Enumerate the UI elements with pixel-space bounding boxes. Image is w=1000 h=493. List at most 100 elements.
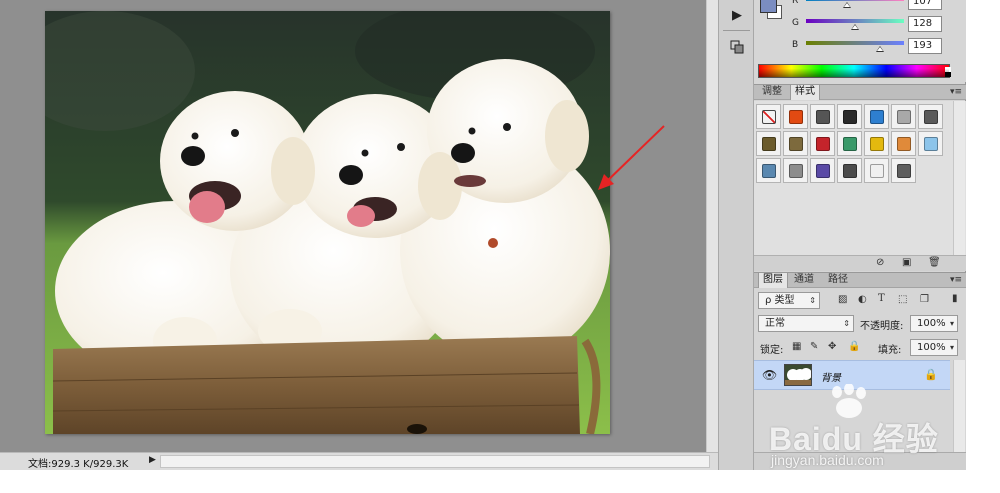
style-swatch[interactable] [783, 158, 808, 183]
status-menu-arrow[interactable]: ▶ [149, 455, 156, 465]
style-swatch[interactable] [783, 104, 808, 129]
style-swatch[interactable] [864, 104, 889, 129]
chevron-updown-icon: ⇕ [843, 319, 850, 328]
style-swatch[interactable] [864, 131, 889, 156]
type-filter-icon[interactable]: T [878, 293, 885, 304]
layer-name[interactable]: 背景 [821, 369, 841, 384]
new-style-icon[interactable]: ▣ [902, 257, 911, 268]
clear-style-icon[interactable]: ⊘ [876, 257, 884, 268]
styles-panel-tabs: 调整 样式 ▾≡ [754, 84, 966, 100]
smart-object-filter-icon[interactable]: ❐ [920, 294, 929, 305]
channel-b-thumb[interactable] [876, 46, 885, 52]
channel-r-thumb[interactable] [843, 2, 852, 8]
multicolor-style-icon [842, 136, 857, 151]
black-white-swatch[interactable] [945, 67, 951, 77]
bevel-dark-style-icon [842, 109, 857, 124]
chevron-down-icon: ▾ [949, 319, 954, 328]
style-swatch[interactable] [891, 104, 916, 129]
fill-label: 填充: [878, 345, 902, 356]
styles-panel-menu-icon[interactable]: ▾≡ [950, 85, 962, 99]
style-swatch[interactable] [810, 104, 835, 129]
lock-image-icon[interactable]: ✎ [810, 341, 818, 352]
channel-r-value[interactable]: 107 [908, 0, 942, 10]
play-icon[interactable]: ▶ [725, 4, 749, 26]
landscape-style-icon [761, 163, 776, 178]
color-panel: R 107 G 128 B 193 [754, 0, 966, 82]
style-swatch[interactable] [918, 131, 943, 156]
photoshop-window: 文档:929.3 K/929.3K ▶ ▶ R 107 G 128 B 193 … [0, 0, 1000, 493]
chevron-down-icon: ▾ [949, 343, 954, 352]
lock-position-icon[interactable]: ✥ [828, 341, 836, 352]
red-style-icon [815, 136, 830, 151]
styles-scrollbar[interactable] [953, 101, 965, 255]
layers-panel-menu-icon[interactable]: ▾≡ [950, 273, 962, 287]
charcoal-style-icon [842, 163, 857, 178]
status-bar: 文档:929.3 K/929.3K ▶ [0, 452, 718, 470]
outline-style-icon [869, 163, 884, 178]
filter-toggle-icon[interactable]: ▮ [952, 293, 958, 304]
channel-b-value[interactable]: 193 [908, 38, 942, 54]
orange-gradient-style-icon [896, 136, 911, 151]
lock-transparency-icon[interactable]: ▦ [792, 341, 801, 352]
puppies-photo [45, 11, 610, 434]
layer-filter-label: ρ 类型 [765, 295, 795, 306]
document-canvas[interactable] [0, 0, 706, 452]
tab-paths[interactable]: 路径 [824, 273, 852, 288]
color-spectrum-ramp[interactable] [758, 64, 951, 78]
style-swatch[interactable] [756, 131, 781, 156]
blend-row: 正常 ⇕ 不透明度: 100% ▾ [754, 313, 966, 335]
channel-r-slider[interactable] [806, 0, 904, 1]
channel-b-slider[interactable] [806, 41, 904, 45]
style-swatch[interactable] [756, 158, 781, 183]
adjustment-filter-icon[interactable]: ◐ [858, 294, 867, 305]
document-size-info: 文档:929.3 K/929.3K [28, 459, 129, 470]
channel-b-label: B [792, 40, 799, 50]
none-style-icon [761, 109, 776, 124]
layer-filter-select[interactable]: ρ 类型 ⇕ [758, 292, 820, 309]
trash-icon[interactable]: 🗑 [928, 257, 941, 268]
channel-g-thumb[interactable] [851, 24, 859, 30]
glow-style-icon [788, 109, 803, 124]
style-swatch[interactable] [837, 104, 862, 129]
gutter-divider [723, 30, 750, 31]
foreground-color-swatch[interactable] [760, 0, 777, 13]
channel-g-value[interactable]: 128 [908, 16, 942, 32]
shape-filter-icon[interactable]: ⬚ [898, 294, 907, 305]
opacity-value: 100% [917, 318, 946, 329]
layers-panel-footer [754, 452, 966, 470]
fill-field[interactable]: 100% ▾ [910, 339, 958, 356]
style-swatch[interactable] [783, 131, 808, 156]
channel-g-slider[interactable] [806, 19, 904, 23]
bronze-style-icon [788, 136, 803, 151]
blend-mode-label: 正常 [765, 318, 785, 329]
style-swatch[interactable] [891, 131, 916, 156]
dark-gradient-style-icon [923, 109, 938, 124]
tab-layers[interactable]: 图层 [758, 273, 788, 288]
channel-g-label: G [792, 18, 799, 28]
chevron-updown-icon: ⇕ [809, 296, 816, 305]
image-filter-icon[interactable]: ▨ [838, 294, 847, 305]
opacity-field[interactable]: 100% ▾ [910, 315, 958, 332]
tab-adjustments[interactable]: 调整 [758, 85, 786, 100]
style-swatch[interactable] [810, 131, 835, 156]
tab-styles[interactable]: 样式 [790, 85, 820, 100]
styles-panel-footer: ⊘ ▣ 🗑 [754, 255, 966, 271]
blend-mode-select[interactable]: 正常 ⇕ [758, 315, 854, 332]
style-swatch[interactable] [810, 158, 835, 183]
style-swatch[interactable] [918, 104, 943, 129]
style-swatch[interactable] [864, 158, 889, 183]
blue-glass-style-icon [869, 109, 884, 124]
styles-grid [756, 104, 952, 185]
style-swatch[interactable] [837, 158, 862, 183]
visibility-eye-icon[interactable]: 👁 [762, 368, 777, 382]
lock-all-icon[interactable]: 🔒 [848, 341, 860, 352]
bottom-margin [0, 470, 1000, 493]
canvas-horizontal-scrollbar[interactable] [160, 455, 710, 468]
layer-comp-icon[interactable] [725, 36, 749, 58]
tab-channels[interactable]: 通道 [790, 273, 818, 288]
canvas-vertical-scrollbar[interactable] [706, 0, 718, 452]
style-swatch[interactable] [891, 158, 916, 183]
layer-row-background[interactable]: 👁 背景 🔒 [754, 360, 950, 390]
style-swatch[interactable] [756, 104, 781, 129]
style-swatch[interactable] [837, 131, 862, 156]
